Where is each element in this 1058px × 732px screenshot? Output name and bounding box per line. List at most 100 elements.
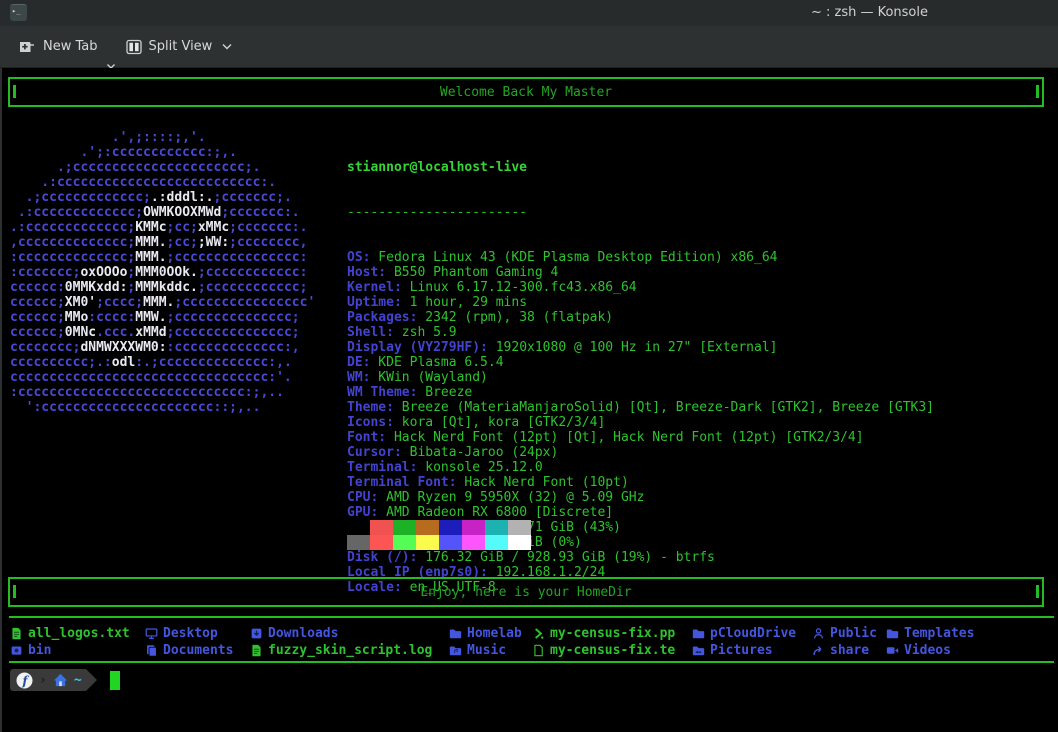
palette-swatch [393, 535, 416, 550]
listing-item-label: Homelab [467, 626, 522, 641]
palette-swatch [462, 535, 485, 550]
ascii-art-line: cccccc;MMo:cccc:MMW.;ccccccccccccccc; [10, 310, 315, 325]
info-value: Bibata-Jaroo (24px) [402, 445, 559, 460]
palette-swatch [485, 535, 508, 550]
palette-row-normal [347, 520, 531, 535]
info-label: Disk (/): [347, 550, 417, 565]
konsole-app-icon: ▸_ [10, 4, 27, 21]
ascii-art-line: .;cccccccccccccccccccccc;. [10, 160, 315, 175]
ascii-art-line: :ccccccc;oxOOOo;MMM0OOk.;cccccccccccc: [10, 265, 315, 280]
info-label: Packages: [347, 310, 417, 325]
info-value: AMD Ryzen 9 5950X (32) @ 5.09 GHz [378, 490, 644, 505]
banner-right-tick [1036, 85, 1039, 98]
info-value: KDE Plasma 6.5.4 [370, 355, 503, 370]
info-label: WM: [347, 370, 370, 385]
listing-item: bin [10, 642, 51, 658]
ascii-art-line: ,cccccccccccccc;MMM.;cc;;WW:;cccccccc, [10, 235, 315, 250]
info-value: zsh 5.9 [394, 325, 457, 340]
file-text-icon [10, 627, 23, 640]
prompt-path: ~ [74, 673, 82, 688]
new-tab-icon [18, 39, 36, 55]
listing-item: Templates [886, 625, 974, 641]
ascii-art-line: .:ccccccccccccc;KMMc;cc;xMMc;ccccccc:. [10, 220, 315, 235]
info-label: Theme: [347, 400, 394, 415]
bin-icon [10, 644, 23, 657]
palette-swatch [485, 520, 508, 535]
ascii-art: .',;::::;,'. .';:cccccccccccc:;,. .;cccc… [10, 130, 315, 415]
listing-item-label: Documents [163, 643, 233, 658]
info-value: 2342 (rpm), 38 (flatpak) [417, 310, 613, 325]
ascii-art-line: :ccccccccccccccccccccccccccccc:;,.. [10, 385, 315, 400]
folder-icon [692, 627, 705, 640]
palette-swatch [416, 535, 439, 550]
listing-item: Desktop [145, 625, 218, 641]
documents-icon [145, 644, 158, 657]
palette-swatch [347, 520, 370, 535]
listing-item-label: pCloudDrive [710, 626, 796, 641]
palette-swatch [370, 535, 393, 550]
listing-item: Homelab [449, 625, 522, 641]
listing-item-label: Templates [904, 626, 974, 641]
ascii-art-line: .;ccccccccccccc;.:dddl:.;ccccccc;. [10, 190, 315, 205]
palette-row-bright [347, 535, 531, 550]
info-label: WM Theme: [347, 385, 417, 400]
welcome-banner: Welcome Back My Master [8, 77, 1044, 107]
window-title: ~ : zsh — Konsole [811, 5, 928, 20]
homedir-banner-text: Enjoy, here is your HomeDir [420, 585, 631, 600]
info-label: OS: [347, 250, 370, 265]
listing-item: Music [449, 642, 506, 658]
ascii-art-line: .',;::::;,'. [10, 130, 315, 145]
info-value: KWin (Wayland) [370, 370, 487, 385]
info-value: Fedora Linux 43 (KDE Plasma Desktop Edit… [370, 250, 777, 265]
info-value: 1920x1080 @ 100 Hz in 27" [External] [488, 340, 778, 355]
listing-item-label: my-census-fix.te [550, 643, 675, 658]
shell-prompt: f › ~ [10, 669, 120, 691]
info-line: GPU: AMD Radeon RX 6800 [Discrete] [347, 505, 934, 520]
share-icon [812, 644, 825, 657]
ascii-art-line: cccccccc;dNMWXXXWM0::cccccccccccccc:, [10, 340, 315, 355]
listing-item-label: Pictures [710, 643, 773, 658]
info-separator: ----------------------- [347, 205, 934, 220]
info-line: Theme: Breeze (MateriaManjaroSolid) [Qt]… [347, 400, 934, 415]
ascii-art-line: .:cccccccccccccccccccccccccc:. [10, 175, 315, 190]
palette-swatch [370, 520, 393, 535]
ascii-art-line: .:ccccccccccccc;OWMKOOXMWd;ccccccc:. [10, 205, 315, 220]
listing-item-label: bin [28, 643, 51, 658]
listing-item: fuzzy_skin_script.log [250, 642, 432, 658]
welcome-banner-text: Welcome Back My Master [440, 85, 612, 100]
info-value: kora [Qt], kora [GTK2/3/4] [394, 415, 605, 430]
info-line: WM Theme: Breeze [347, 385, 934, 400]
info-value: Breeze [417, 385, 472, 400]
info-label: Display (VY279HF): [347, 340, 488, 355]
chevron-down-icon[interactable] [221, 43, 233, 51]
banner-right-tick [1036, 585, 1039, 598]
info-line: CPU: AMD Ryzen 9 5950X (32) @ 5.09 GHz [347, 490, 934, 505]
split-view-button[interactable]: Split View [126, 39, 234, 55]
terminal-color-palette [347, 520, 531, 550]
video-icon [886, 644, 899, 657]
konsole-window: ▸_ ~ : zsh — Konsole New Tab Split View [0, 0, 1058, 732]
info-line: Packages: 2342 (rpm), 38 (flatpak) [347, 310, 934, 325]
info-line: Terminal Font: Hack Nerd Font (10pt) [347, 475, 934, 490]
homedir-banner: Enjoy, here is your HomeDir [8, 577, 1044, 607]
terminal-screen[interactable]: Welcome Back My Master .',;::::;,'. .';:… [0, 68, 1058, 732]
info-line: OS: Fedora Linux 43 (KDE Plasma Desktop … [347, 250, 934, 265]
terminal-cursor [110, 671, 120, 690]
listing-item: pCloudDrive [692, 625, 796, 641]
ascii-art-line: cccccc;XM0';cccc;MMM.;cccccccccccccccc' [10, 295, 315, 310]
info-line: DE: KDE Plasma 6.5.4 [347, 355, 934, 370]
new-tab-button[interactable]: New Tab [18, 39, 98, 55]
ascii-art-line: ':cccccccccccccccccccccc::;,.. [10, 400, 315, 415]
info-line: Icons: kora [Qt], kora [GTK2/3/4] [347, 415, 934, 430]
listing-item-label: Videos [904, 643, 951, 658]
palette-swatch [462, 520, 485, 535]
info-line: Font: Hack Nerd Font (12pt) [Qt], Hack N… [347, 430, 934, 445]
user-host: stiannor@localhost-live [347, 160, 934, 175]
info-label: Uptime: [347, 295, 402, 310]
split-view-label: Split View [149, 39, 213, 54]
listing-item: Downloads [250, 625, 338, 641]
info-value: Hack Nerd Font (12pt) [Qt], Hack Nerd Fo… [386, 430, 863, 445]
info-line: Disk (/): 176.32 GiB / 928.93 GiB (19%) … [347, 550, 934, 565]
powerline-arrow [86, 669, 97, 691]
listing-item-label: share [830, 643, 869, 658]
